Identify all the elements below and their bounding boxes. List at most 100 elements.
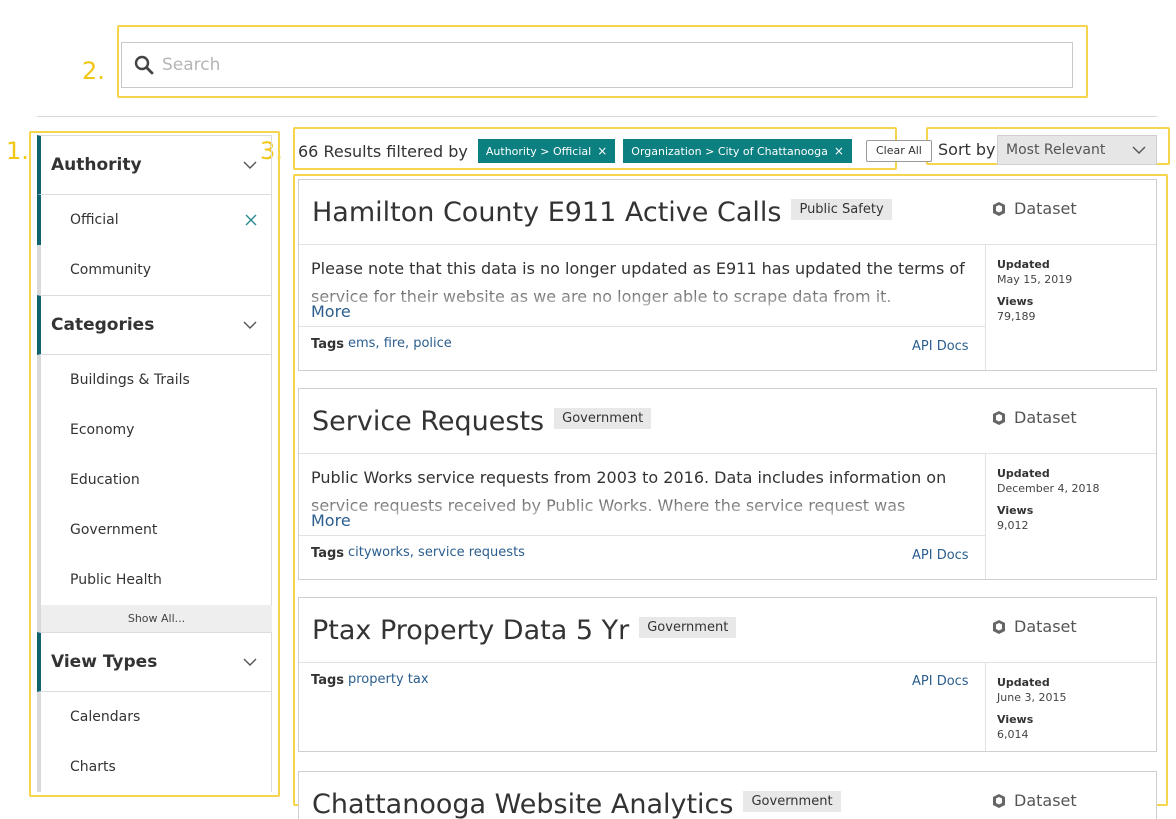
views-count: 6,014 bbox=[997, 728, 1029, 741]
divider bbox=[37, 116, 1157, 117]
more-link[interactable]: More bbox=[311, 511, 351, 530]
results-count: 66 Results filtered by bbox=[298, 141, 468, 161]
category-badge: Government bbox=[554, 408, 652, 429]
category-badge: Public Safety bbox=[791, 199, 892, 220]
facet-title: Categories bbox=[51, 315, 155, 335]
facet-view-types-header[interactable]: View Types bbox=[37, 632, 272, 692]
facet-item-label: Government bbox=[70, 522, 158, 538]
results-filter-bar: 66 Results filtered by Authority > Offic… bbox=[298, 138, 932, 164]
close-icon[interactable] bbox=[245, 214, 257, 226]
chevron-down-icon bbox=[243, 321, 257, 329]
facet-item-official[interactable]: Official bbox=[37, 195, 272, 245]
sort-value: Most Relevant bbox=[1006, 142, 1106, 158]
card-type: Dataset bbox=[991, 791, 1077, 810]
facet-item-community[interactable]: Community bbox=[37, 245, 272, 295]
show-all-button[interactable]: Show All... bbox=[37, 605, 272, 632]
facet-item-label: Education bbox=[70, 472, 140, 488]
result-card: Service Requests Government Dataset Publi… bbox=[298, 388, 1157, 580]
facet-item-label: Calendars bbox=[70, 709, 141, 725]
clear-all-button[interactable]: Clear All bbox=[865, 140, 932, 162]
chevron-down-icon bbox=[243, 161, 257, 169]
tags-label: Tags bbox=[311, 673, 345, 688]
facet-item-label: Public Health bbox=[70, 572, 162, 588]
tags-list[interactable]: property tax bbox=[348, 672, 429, 687]
facet-authority-header[interactable]: Authority bbox=[37, 135, 272, 195]
card-type: Dataset bbox=[991, 199, 1077, 218]
more-link[interactable]: More bbox=[311, 302, 351, 321]
filter-chip-label: Organization > City of Chattanooga bbox=[631, 145, 828, 158]
facet-title: View Types bbox=[51, 652, 158, 672]
views-label: Views bbox=[997, 504, 1034, 517]
facet-item-buildings-trails[interactable]: Buildings & Trails bbox=[37, 355, 272, 405]
chevron-down-icon bbox=[243, 658, 257, 666]
card-meta: Updated June 3, 2015 Views 6,014 bbox=[985, 663, 1156, 751]
facet-item-public-health[interactable]: Public Health bbox=[37, 555, 272, 605]
facet-item-calendars[interactable]: Calendars bbox=[37, 692, 272, 742]
facet-item-label: Official bbox=[70, 212, 119, 228]
card-type: Dataset bbox=[991, 617, 1077, 636]
facet-item-charts[interactable]: Charts bbox=[37, 742, 272, 792]
result-card: Hamilton County E911 Active Calls Public … bbox=[298, 179, 1157, 371]
search-box[interactable] bbox=[121, 42, 1073, 88]
card-type: Dataset bbox=[991, 408, 1077, 427]
api-docs-link[interactable]: API Docs bbox=[912, 548, 969, 563]
category-badge: Government bbox=[639, 617, 737, 638]
views-label: Views bbox=[997, 713, 1034, 726]
card-description: Public Works service requests from 2003 … bbox=[311, 468, 947, 515]
views-count: 79,189 bbox=[997, 310, 1036, 323]
updated-label: Updated bbox=[997, 676, 1050, 689]
card-title[interactable]: Ptax Property Data 5 Yr bbox=[312, 615, 629, 646]
filter-chip-authority[interactable]: Authority > Official × bbox=[477, 139, 616, 163]
result-card: Ptax Property Data 5 Yr Government Datase… bbox=[298, 597, 1157, 752]
filter-chip-label: Authority > Official bbox=[485, 145, 592, 158]
filter-sidebar: Authority Official Community Categories … bbox=[37, 135, 272, 792]
card-type-label: Dataset bbox=[1014, 617, 1077, 636]
dataset-icon bbox=[993, 619, 1005, 634]
card-title[interactable]: Chattanooga Website Analytics bbox=[312, 789, 733, 819]
facet-item-label: Buildings & Trails bbox=[70, 372, 190, 388]
facet-item-label: Community bbox=[70, 262, 152, 278]
api-docs-link[interactable]: API Docs bbox=[912, 339, 969, 354]
category-badge: Government bbox=[743, 791, 841, 812]
sort-label: Sort by bbox=[938, 140, 996, 159]
updated-date: June 3, 2015 bbox=[997, 691, 1067, 704]
updated-label: Updated bbox=[997, 467, 1050, 480]
dataset-icon bbox=[993, 793, 1005, 808]
card-title[interactable]: Service Requests bbox=[312, 406, 544, 437]
tags-label: Tags bbox=[311, 337, 345, 352]
card-description: Please note that this data is no longer … bbox=[311, 259, 965, 306]
search-input[interactable] bbox=[162, 55, 1042, 75]
search-icon bbox=[134, 55, 154, 75]
card-type-label: Dataset bbox=[1014, 199, 1077, 218]
result-card: Chattanooga Website Analytics Government … bbox=[298, 771, 1157, 819]
tags-list[interactable]: cityworks, service requests bbox=[348, 545, 525, 560]
close-icon[interactable]: × bbox=[597, 144, 607, 158]
facet-item-government[interactable]: Government bbox=[37, 505, 272, 555]
dataset-icon bbox=[993, 410, 1005, 425]
facet-item-label: Economy bbox=[70, 422, 135, 438]
api-docs-link[interactable]: API Docs bbox=[912, 674, 969, 689]
chevron-down-icon bbox=[1132, 146, 1146, 154]
views-count: 9,012 bbox=[997, 519, 1029, 532]
tags-list[interactable]: ems, fire, police bbox=[348, 336, 452, 351]
annotation-1: 1. bbox=[6, 137, 29, 165]
views-label: Views bbox=[997, 295, 1034, 308]
card-title[interactable]: Hamilton County E911 Active Calls bbox=[312, 197, 781, 228]
updated-label: Updated bbox=[997, 258, 1050, 271]
card-type-label: Dataset bbox=[1014, 408, 1077, 427]
facet-title: Authority bbox=[51, 155, 142, 175]
updated-date: December 4, 2018 bbox=[997, 482, 1100, 495]
card-meta: Updated May 15, 2019 Views 79,189 bbox=[985, 245, 1156, 370]
sort-select[interactable]: Most Relevant bbox=[997, 135, 1157, 165]
close-icon[interactable]: × bbox=[834, 144, 844, 158]
annotation-2: 2. bbox=[82, 57, 105, 85]
card-meta: Updated December 4, 2018 Views 9,012 bbox=[985, 454, 1156, 579]
dataset-icon bbox=[993, 201, 1005, 216]
facet-item-label: Charts bbox=[70, 759, 116, 775]
facet-item-economy[interactable]: Economy bbox=[37, 405, 272, 455]
filter-chip-organization[interactable]: Organization > City of Chattanooga × bbox=[623, 139, 852, 163]
tags-label: Tags bbox=[311, 546, 345, 561]
facet-categories-header[interactable]: Categories bbox=[37, 295, 272, 355]
card-type-label: Dataset bbox=[1014, 791, 1077, 810]
facet-item-education[interactable]: Education bbox=[37, 455, 272, 505]
